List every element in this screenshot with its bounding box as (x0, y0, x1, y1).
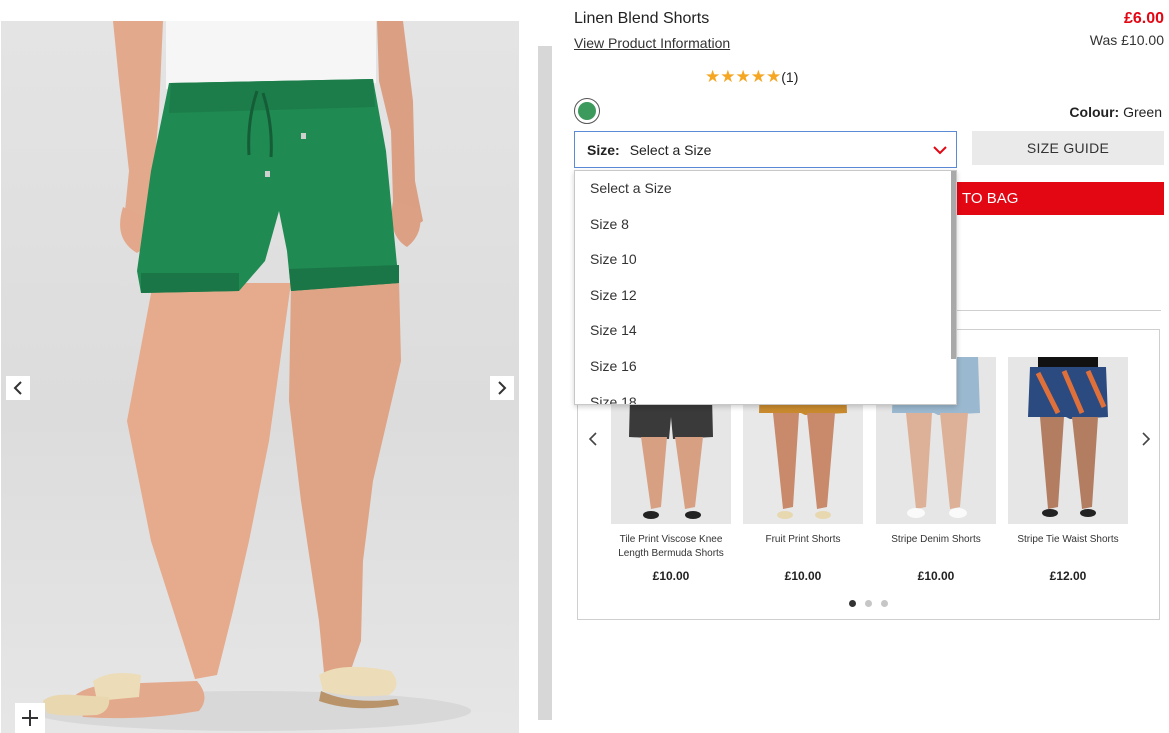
size-select-label: Size: (587, 141, 620, 158)
product-card-name: Stripe Tie Waist Shorts (1017, 534, 1119, 545)
colour-swatch-green[interactable] (574, 98, 600, 124)
product-image-gallery (1, 21, 519, 733)
star-icon: ★ (705, 67, 721, 86)
dropdown-scrollbar[interactable] (951, 171, 956, 359)
current-price: £6.00 (1123, 10, 1164, 27)
size-guide-button[interactable]: SIZE GUIDE (972, 131, 1164, 165)
product-rating[interactable]: ★ ★ ★ ★ ★ (1) (705, 68, 798, 85)
product-card-price: £12.00 (1049, 569, 1087, 583)
product-card-price: £10.00 (784, 569, 822, 583)
product-card-name: Tile Print Viscose Knee Length Bermuda S… (618, 534, 724, 559)
add-to-bag-label: TO BAG (962, 190, 1019, 207)
star-icon: ★ (720, 67, 736, 86)
product-card-name: Fruit Print Shorts (765, 534, 841, 545)
carousel-prev-button[interactable] (588, 430, 598, 451)
swatch-fill (578, 102, 596, 120)
product-card[interactable]: Stripe Tie Waist Shorts £12.00 (1008, 357, 1128, 583)
product-title: Linen Blend Shorts (574, 10, 710, 27)
product-card-price: £10.00 (917, 569, 955, 583)
carousel-pagination (849, 600, 888, 607)
carousel-dot[interactable] (865, 600, 872, 607)
chevron-right-icon (1142, 432, 1151, 446)
carousel-dot[interactable] (881, 600, 888, 607)
size-select-value: Select a Size (629, 141, 712, 158)
size-dropdown-list: Select a Size Size 8 Size 10 Size 12 Siz… (574, 170, 957, 405)
size-option[interactable]: Size 8 (575, 207, 956, 243)
chevron-right-icon (498, 381, 507, 395)
size-option[interactable]: Select a Size (575, 171, 956, 207)
gallery-next-button[interactable] (490, 376, 514, 400)
size-option[interactable]: Size 14 (575, 313, 956, 349)
size-option[interactable]: Size 10 (575, 242, 956, 278)
zoom-button[interactable] (15, 703, 45, 733)
product-thumbnail (1008, 357, 1128, 524)
colour-label: Colour: (1069, 104, 1120, 120)
size-select[interactable]: Size: Select a Size (574, 131, 957, 168)
gallery-prev-button[interactable] (6, 376, 30, 400)
star-icon: ★ (766, 67, 782, 86)
carousel-dot[interactable] (849, 600, 856, 607)
star-icon: ★ (750, 67, 766, 86)
carousel-next-button[interactable] (1141, 430, 1151, 451)
size-option[interactable]: Size 18 (575, 385, 956, 404)
gallery-scrollbar[interactable] (538, 46, 552, 720)
chevron-down-icon (933, 146, 947, 155)
chevron-left-icon (588, 432, 597, 446)
product-card-price: £10.00 (652, 569, 690, 583)
colour-indicator: Colour: Green (1069, 104, 1162, 120)
product-photo (31, 21, 471, 731)
colour-value: Green (1123, 104, 1162, 120)
star-icon: ★ (735, 67, 751, 86)
chevron-left-icon (13, 381, 22, 395)
product-card-name: Stripe Denim Shorts (891, 534, 981, 545)
was-price: Was £10.00 (1089, 32, 1164, 48)
view-product-information-link[interactable]: View Product Information (574, 35, 730, 51)
size-option[interactable]: Size 12 (575, 278, 956, 314)
size-option[interactable]: Size 16 (575, 349, 956, 385)
plus-icon (22, 710, 38, 726)
review-count: (1) (781, 68, 799, 85)
